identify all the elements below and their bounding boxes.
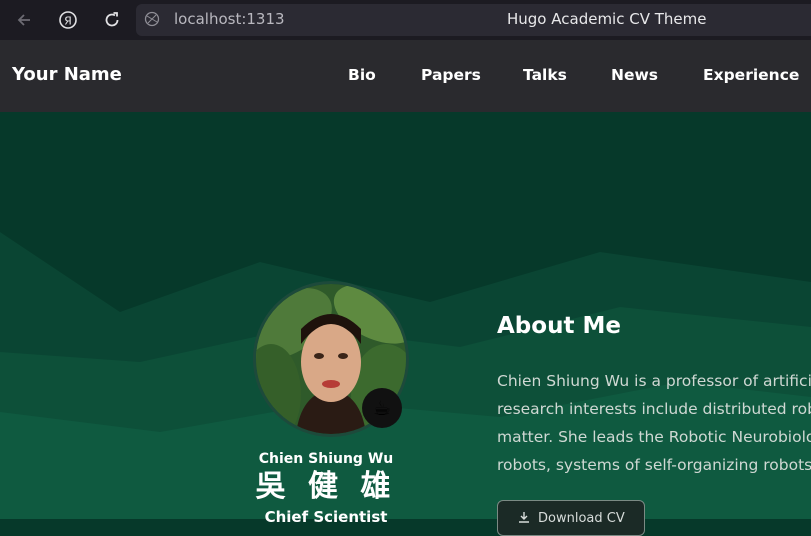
svg-text:Я: Я [64, 15, 72, 28]
brand-link[interactable]: Your Name [12, 64, 122, 85]
nav-papers[interactable]: Papers [421, 66, 481, 84]
reload-icon[interactable] [100, 8, 124, 32]
nav-bio[interactable]: Bio [348, 66, 376, 84]
url-text[interactable]: localhost:1313 [174, 10, 285, 28]
about-text-line: research interests include distributed r… [497, 400, 811, 418]
about-text-line: matter. She leads the Robotic Neurobiolo… [497, 428, 811, 446]
about-heading: About Me [497, 313, 621, 339]
coffee-status-icon: ☕ [362, 388, 402, 428]
nav-experience[interactable]: Experience [703, 66, 799, 84]
profile-name-cjk: 吳 健 雄 [255, 469, 397, 504]
download-icon [518, 511, 530, 527]
profile-role: Chief Scientist [264, 508, 388, 526]
page-title: Hugo Academic CV Theme [507, 10, 707, 28]
back-arrow-icon[interactable] [12, 8, 36, 32]
about-text-line: robots, systems of self-organizing robot… [497, 456, 811, 474]
download-cv-button[interactable]: Download CV [497, 500, 645, 536]
about-text-line: Chien Shiung Wu is a professor of artifi… [497, 372, 811, 390]
nav-talks[interactable]: Talks [523, 66, 567, 84]
yandex-icon[interactable]: Я [56, 8, 80, 32]
site-info-icon[interactable] [144, 11, 160, 31]
nav-news[interactable]: News [611, 66, 658, 84]
